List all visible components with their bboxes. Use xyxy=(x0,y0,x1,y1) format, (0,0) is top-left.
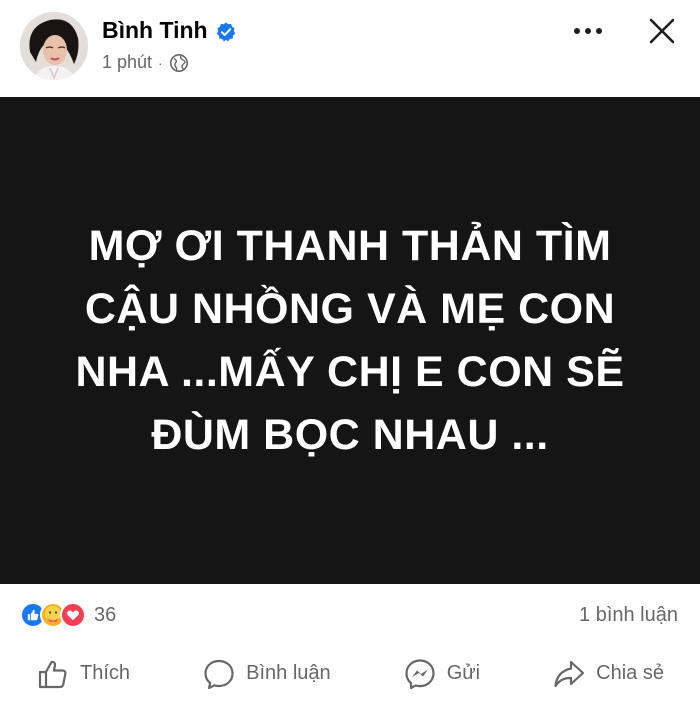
more-options-button[interactable] xyxy=(568,16,608,46)
author-avatar[interactable] xyxy=(20,12,88,80)
send-button[interactable]: Gửi xyxy=(397,657,486,691)
meta-separator: · xyxy=(158,54,163,71)
share-label: Chia sẻ xyxy=(596,662,664,684)
post-header: Bình Tinh 1 phút · xyxy=(0,0,700,97)
reaction-count: 36 xyxy=(94,603,117,626)
post-stats: 36 1 bình luận xyxy=(0,584,700,646)
post-actions: Thích Bình luận Gửi Chia sẻ xyxy=(0,646,700,701)
author-name[interactable]: Bình Tinh xyxy=(102,17,208,44)
post-image-line: NHA ...MẤY CHỊ E CON SẼ xyxy=(75,347,625,396)
globe-icon[interactable] xyxy=(169,53,189,73)
more-options-icon xyxy=(574,28,602,34)
love-reaction-icon xyxy=(60,602,86,628)
reaction-summary[interactable]: 36 xyxy=(20,602,116,628)
thumbs-up-glyph xyxy=(27,609,39,621)
avatar-photo xyxy=(20,12,88,80)
close-icon[interactable] xyxy=(645,14,679,48)
post-image[interactable]: MỢ ƠI THANH THẢN TÌM CẬU NHỒNG VÀ MẸ CON… xyxy=(0,97,700,584)
comment-button[interactable]: Bình luận xyxy=(196,657,337,691)
share-button[interactable]: Chia sẻ xyxy=(546,657,670,691)
post-meta: 1 phút · xyxy=(102,52,189,73)
comment-bubble-icon xyxy=(204,659,234,689)
comment-label: Bình luận xyxy=(246,662,331,684)
post-image-line: CẬU NHỒNG VÀ MẸ CON xyxy=(84,284,616,333)
send-label: Gửi xyxy=(446,662,481,684)
post-image-line: ĐÙM BỌC NHAU ... xyxy=(151,410,549,459)
post-image-line: MỢ ƠI THANH THẢN TÌM xyxy=(88,221,612,270)
share-arrow-icon xyxy=(554,660,585,687)
heart-glyph xyxy=(67,610,79,621)
thumbs-up-icon xyxy=(38,660,67,688)
post-time[interactable]: 1 phút xyxy=(102,52,152,73)
comment-count[interactable]: 1 bình luận xyxy=(579,604,678,627)
verified-badge-icon xyxy=(216,22,236,42)
like-label: Thích xyxy=(80,662,131,684)
messenger-icon xyxy=(405,658,435,689)
like-button[interactable]: Thích xyxy=(30,657,136,691)
post-image-text: MỢ ƠI THANH THẢN TÌM CẬU NHỒNG VÀ MẸ CON… xyxy=(40,215,660,467)
